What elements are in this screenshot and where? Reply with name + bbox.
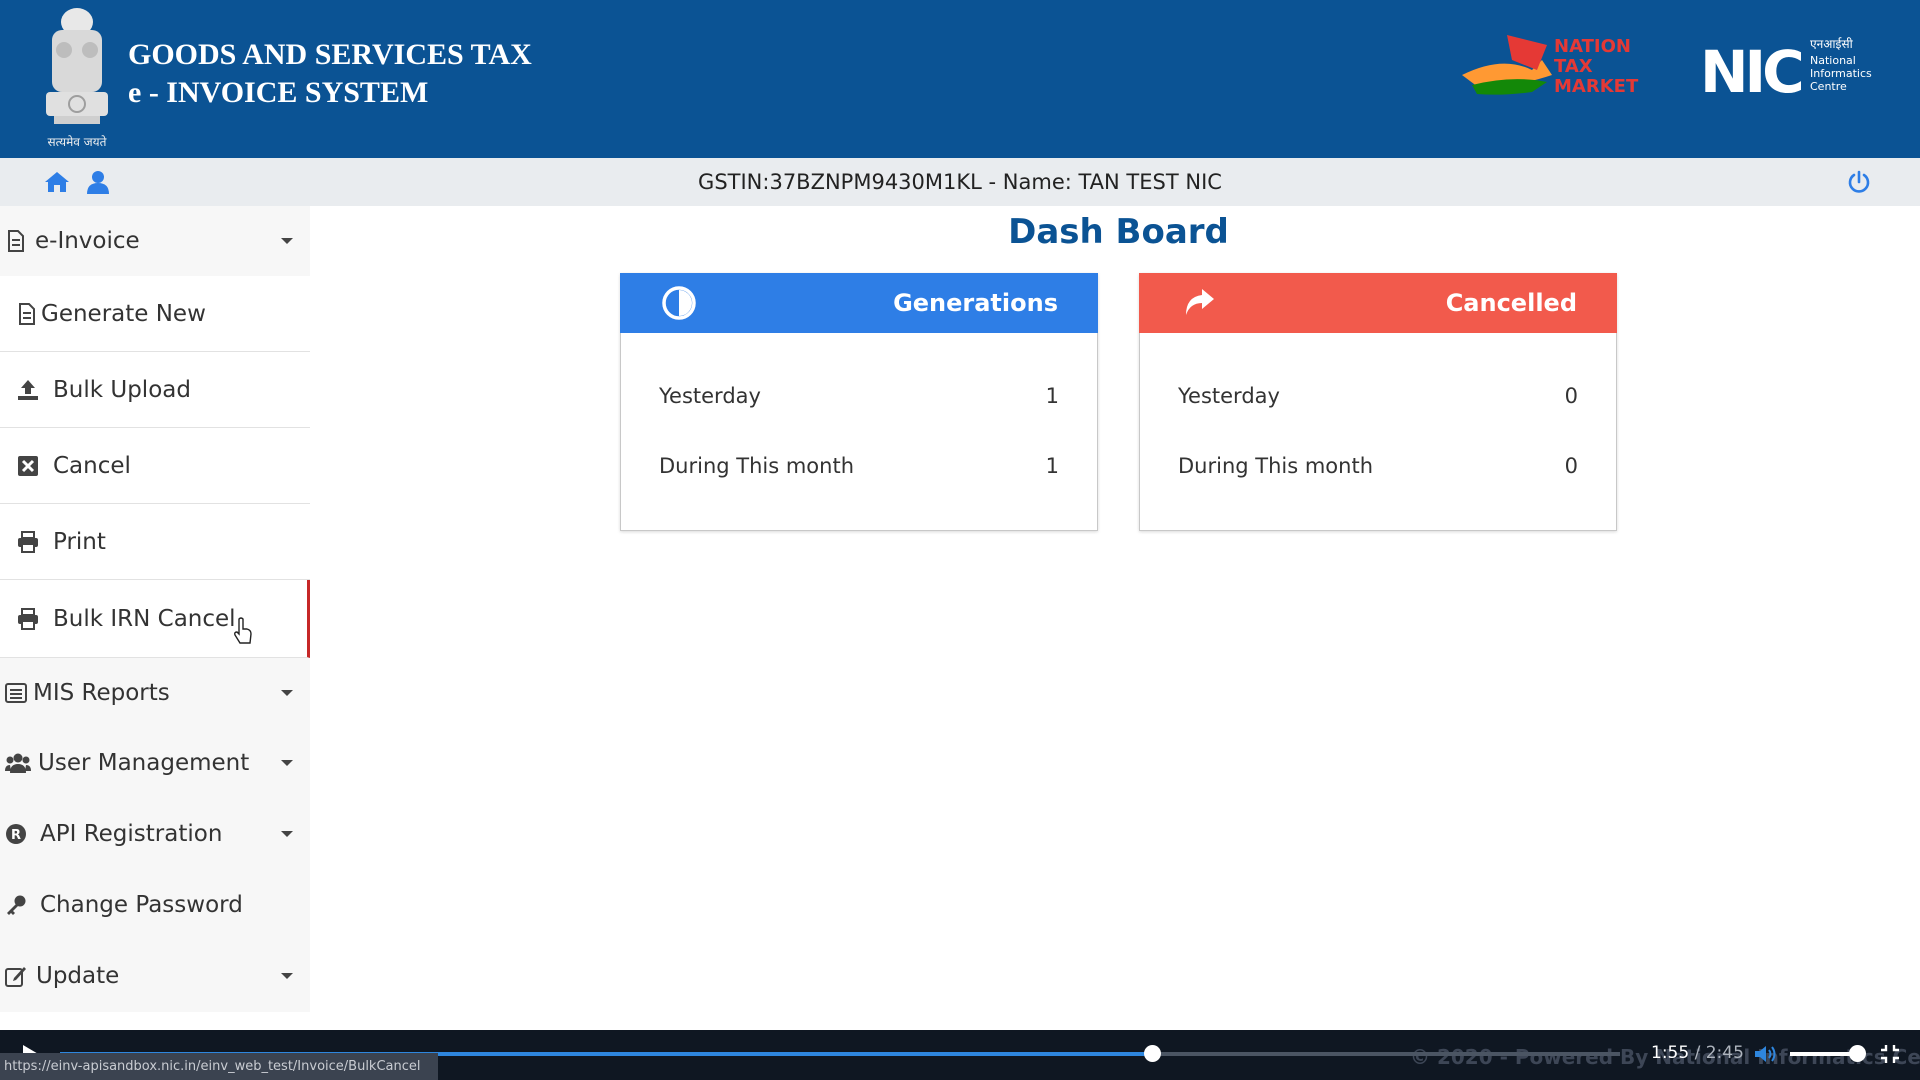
chevron-down-icon xyxy=(281,690,293,696)
cancelled-card-header: Cancelled xyxy=(1139,273,1617,333)
power-icon[interactable] xyxy=(1847,170,1871,194)
nation-tax-market-logo: NATION TAX MARKET xyxy=(1462,35,1639,97)
cancelled-card: Cancelled Yesterday 0 During This month … xyxy=(1139,273,1617,531)
sidebar-item-label: Generate New xyxy=(41,300,206,327)
page-title: Dash Board xyxy=(1008,212,1229,252)
sidebar-item-label: API Registration xyxy=(40,821,223,847)
header-title-line1: GOODS AND SERVICES TAX xyxy=(128,38,532,71)
hand-cursor-icon xyxy=(234,617,252,644)
sidebar-item-print[interactable]: Print xyxy=(0,504,310,580)
chevron-down-icon xyxy=(281,831,293,837)
volume-slider[interactable] xyxy=(1790,1052,1858,1056)
duration: / 2:45 xyxy=(1694,1043,1744,1063)
half-circle-icon xyxy=(662,286,696,320)
svg-text:NATION: NATION xyxy=(1554,36,1631,57)
svg-text:सत्यमेव जयते: सत्यमेव जयते xyxy=(48,135,108,149)
stat-value: 0 xyxy=(1564,454,1578,478)
sidebar-item-change-password[interactable]: Change Password xyxy=(0,870,310,940)
cancelled-card-title: Cancelled xyxy=(1445,289,1577,317)
stat-label: Yesterday xyxy=(659,384,761,408)
sidebar-item-user-management[interactable]: User Management xyxy=(0,728,310,798)
stat-label: Yesterday xyxy=(1178,384,1280,408)
edit-icon xyxy=(5,967,26,987)
home-icon[interactable] xyxy=(44,170,70,194)
list-icon xyxy=(5,683,27,703)
document-icon xyxy=(19,303,35,325)
generations-card-title: Generations xyxy=(893,289,1058,317)
svg-text:National: National xyxy=(1810,54,1856,67)
sidebar-item-label: Change Password xyxy=(40,892,243,918)
app-header: सत्यमेव जयते GOODS AND SERVICES TAX e - … xyxy=(0,0,1920,158)
print-icon xyxy=(18,531,38,553)
chevron-down-icon xyxy=(281,973,293,979)
sidebar-item-label: Cancel xyxy=(53,452,131,479)
sidebar-item-label: User Management xyxy=(38,750,250,776)
registered-icon: R xyxy=(6,824,26,844)
stat-label: During This month xyxy=(659,454,855,478)
header-title: GOODS AND SERVICES TAX e - INVOICE SYSTE… xyxy=(128,36,532,112)
share-arrow-icon xyxy=(1186,289,1214,315)
stat-value: 0 xyxy=(1564,384,1578,408)
sidebar-item-label: MIS Reports xyxy=(33,680,170,706)
gstin-label: GSTIN:37BZNPM9430M1KL - Name: TAN TEST N… xyxy=(698,170,1222,194)
svg-text:Centre: Centre xyxy=(1810,80,1847,93)
svg-text:TAX: TAX xyxy=(1554,56,1593,77)
users-icon xyxy=(5,753,31,773)
sidebar-item-api-registration[interactable]: R API Registration xyxy=(0,798,310,870)
sidebar-item-label: Bulk IRN Cancel xyxy=(53,605,236,632)
time-display: 1:55 / 2:45 xyxy=(1651,1043,1744,1063)
national-emblem-logo: सत्यमेव जयते xyxy=(46,8,108,149)
progress-handle[interactable] xyxy=(1144,1045,1161,1062)
user-icon[interactable] xyxy=(87,170,109,194)
generations-card-header: Generations xyxy=(620,273,1098,333)
svg-text:MARKET: MARKET xyxy=(1554,76,1639,97)
volume-icon[interactable] xyxy=(1753,1043,1777,1065)
current-time: 1:55 xyxy=(1651,1043,1690,1063)
sidebar-item-mis-reports[interactable]: MIS Reports xyxy=(0,658,310,728)
stat-label: During This month xyxy=(1178,454,1374,478)
sidebar: e-Invoice Generate New Bulk Upload Cance… xyxy=(0,206,312,1030)
status-url: https://einv-apisandbox.nic.in/einv_web_… xyxy=(0,1053,438,1080)
svg-text:एनआईसी: एनआईसी xyxy=(1810,37,1854,51)
sidebar-item-update[interactable]: Update xyxy=(0,940,310,1012)
stat-value: 1 xyxy=(1045,384,1059,408)
close-box-icon xyxy=(18,456,38,476)
header-title-line2: e - INVOICE SYSTEM xyxy=(128,76,429,109)
svg-text:R: R xyxy=(11,828,21,843)
key-icon xyxy=(7,895,26,915)
upload-icon xyxy=(18,380,38,400)
sidebar-item-bulk-upload[interactable]: Bulk Upload xyxy=(0,352,310,428)
volume-handle[interactable] xyxy=(1849,1045,1866,1062)
sidebar-item-bulk-irn-cancel[interactable]: Bulk IRN Cancel xyxy=(0,580,310,658)
sidebar-item-label: Update xyxy=(36,963,120,989)
generations-card: Generations Yesterday 1 During This mont… xyxy=(620,273,1098,531)
nic-logo: NIC एनआईसी National Informatics Centre xyxy=(1700,37,1872,99)
chevron-down-icon xyxy=(281,760,293,766)
print-icon xyxy=(18,608,38,630)
sidebar-item-label: Bulk Upload xyxy=(53,376,191,403)
svg-text:Informatics: Informatics xyxy=(1810,67,1872,80)
stat-value: 1 xyxy=(1045,454,1059,478)
sidebar-item-cancel[interactable]: Cancel xyxy=(0,428,310,504)
fullscreen-exit-icon[interactable] xyxy=(1879,1043,1901,1065)
sidebar-item-generate-new[interactable]: Generate New xyxy=(0,276,310,352)
svg-text:NIC: NIC xyxy=(1700,38,1801,99)
sidebar-item-label: Print xyxy=(53,528,106,555)
